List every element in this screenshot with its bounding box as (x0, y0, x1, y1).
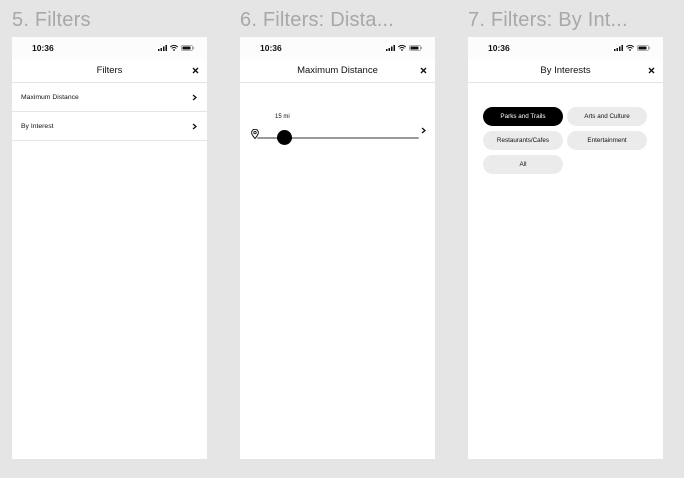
row-maximum-distance[interactable]: Maximum Distance (12, 83, 207, 112)
battery-icon (409, 45, 423, 51)
status-bar: 10:36 (240, 37, 435, 59)
battery-icon (181, 45, 195, 51)
row-label: By Interest (21, 122, 54, 130)
signal-icon (614, 45, 623, 51)
page-title: Filters (96, 65, 123, 76)
chip-all[interactable]: All (483, 155, 563, 174)
close-icon[interactable] (418, 66, 428, 76)
frame-title-filters: 5. Filters (12, 9, 91, 31)
phone-filters: 10:36 Filters Maximum Distance By Intere… (12, 37, 207, 459)
row-label: Maximum Distance (21, 93, 79, 101)
nav-bar: By Interests (468, 59, 663, 83)
status-time: 10:36 (32, 43, 54, 53)
status-icons (158, 45, 195, 51)
signal-icon (386, 45, 395, 51)
status-bar: 10:36 (468, 37, 663, 59)
status-icons (614, 45, 651, 51)
status-time: 10:36 (488, 43, 510, 53)
chevron-right-icon (192, 122, 198, 130)
chip-arts-and-culture[interactable]: Arts and Culture (567, 107, 647, 126)
close-icon[interactable] (190, 66, 200, 76)
wifi-icon (626, 45, 634, 51)
frame-title-interests: 7. Filters: By Int... (468, 9, 628, 31)
wifi-icon (398, 45, 406, 51)
close-icon[interactable] (646, 66, 656, 76)
distance-slider-thumb[interactable] (277, 130, 293, 145)
chip-entertainment[interactable]: Entertainment (567, 131, 647, 150)
signal-icon (158, 45, 167, 51)
wifi-icon (170, 45, 178, 51)
row-by-interest[interactable]: By Interest (12, 112, 207, 141)
distance-slider-area: 15 mi (240, 83, 435, 163)
status-icons (386, 45, 423, 51)
chip-restaurants-cafes[interactable]: Restaurants/Cafes (483, 131, 563, 150)
frame-title-distance: 6. Filters: Dista... (240, 9, 395, 31)
interest-chip-group: Parks and Trails Arts and Culture Restau… (468, 83, 663, 174)
location-pin-icon (251, 126, 259, 144)
status-bar: 10:36 (12, 37, 207, 59)
chevron-right-icon (192, 93, 198, 101)
page-title: Maximum Distance (297, 65, 378, 76)
phone-interests: 10:36 By Interests Parks and Trails Arts… (468, 37, 663, 459)
battery-icon (637, 45, 651, 51)
distance-value-label: 15 mi (275, 114, 290, 120)
page-title: By Interests (540, 65, 591, 76)
nav-bar: Maximum Distance (240, 59, 435, 83)
status-time: 10:36 (260, 43, 282, 53)
nav-bar: Filters (12, 59, 207, 83)
chip-parks-and-trails[interactable]: Parks and Trails (483, 107, 563, 126)
phone-distance: 10:36 Maximum Distance 15 mi (240, 37, 435, 459)
chevron-right-icon[interactable] (421, 121, 427, 139)
